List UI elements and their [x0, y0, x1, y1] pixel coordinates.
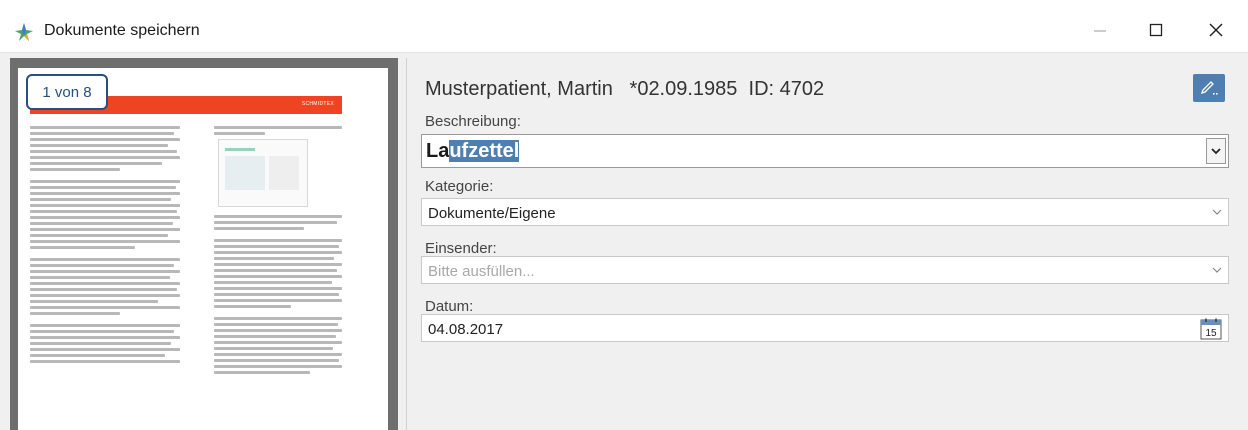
beschreibung-text[interactable]: Laufzettel — [426, 140, 520, 163]
datum-value: 04.08.2017 — [428, 321, 504, 338]
dokumente-speichern-window: Dokumente speichern SCHMIDTEX 1 von 8 Mu… — [0, 0, 1248, 430]
calendar-day-text: 15 — [1205, 328, 1217, 339]
patient-id: ID: 4702 — [748, 78, 825, 100]
beschreibung-text-selected: ufzettel — [449, 140, 520, 162]
patient-name: Musterpatient, Martin — [425, 78, 613, 100]
minimize-button[interactable] — [1078, 14, 1122, 46]
kategorie-select[interactable]: Dokumente/Eigene — [421, 198, 1229, 226]
einsender-placeholder: Bitte ausfüllen... — [428, 263, 535, 280]
einsender-select[interactable]: Bitte ausfüllen... — [421, 256, 1229, 284]
datum-label: Datum: — [425, 298, 474, 315]
pencil-icon — [1200, 81, 1218, 95]
embedded-screenshot-image — [218, 139, 308, 207]
beschreibung-combobox[interactable]: Laufzettel — [421, 134, 1229, 168]
document-preview-pane[interactable]: SCHMIDTEX 1 von 8 — [10, 58, 398, 430]
patient-birthdate: *02.09.1985 — [629, 78, 738, 100]
maximize-button[interactable] — [1134, 14, 1178, 46]
chevron-down-icon[interactable] — [1212, 266, 1222, 274]
page-indicator-badge: 1 von 8 — [26, 74, 108, 110]
einsender-label: Einsender: — [425, 240, 497, 257]
minimize-icon — [1094, 30, 1106, 32]
chevron-down-icon[interactable] — [1212, 208, 1222, 216]
app-star-icon — [15, 23, 33, 41]
page-text-column-right — [214, 126, 342, 377]
beschreibung-label: Beschreibung: — [425, 113, 521, 130]
maximize-icon — [1149, 23, 1163, 37]
close-icon — [1209, 23, 1223, 37]
chevron-down-icon — [1211, 148, 1221, 155]
close-button[interactable] — [1194, 14, 1238, 46]
kategorie-label: Kategorie: — [425, 178, 494, 195]
document-form-pane: Musterpatient, Martin *02.09.1985 ID: 47… — [406, 58, 1243, 430]
page-text-column-left — [30, 126, 180, 366]
title-bar: Dokumente speichern — [0, 0, 1248, 53]
datum-date-field[interactable]: 04.08.2017 15 — [421, 314, 1229, 342]
edit-button[interactable] — [1193, 74, 1225, 102]
window-title: Dokumente speichern — [44, 22, 200, 39]
calendar-icon[interactable]: 15 — [1200, 318, 1222, 340]
kategorie-value: Dokumente/Eigene — [428, 205, 556, 222]
beschreibung-text-unselected: La — [426, 140, 450, 162]
document-page-thumbnail: SCHMIDTEX — [18, 68, 388, 430]
patient-header: Musterpatient, Martin *02.09.1985 ID: 47… — [425, 78, 824, 101]
beschreibung-dropdown-button[interactable] — [1206, 138, 1226, 164]
page-banner-text: SCHMIDTEX — [301, 101, 334, 107]
